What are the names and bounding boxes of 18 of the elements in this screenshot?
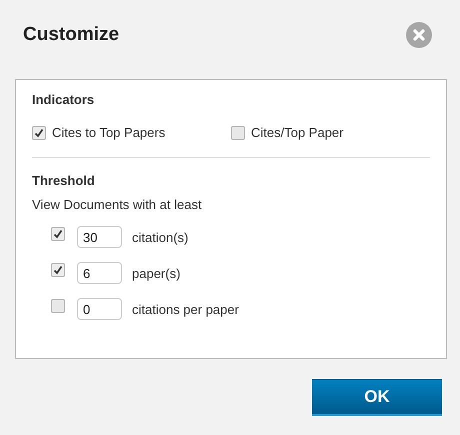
checkbox-label: Cites to Top Papers <box>52 125 166 140</box>
checkbox[interactable] <box>51 227 65 241</box>
field-unit: paper(s) <box>132 266 180 280</box>
section-heading: Indicators <box>32 92 96 107</box>
section-heading: Threshold <box>32 173 96 188</box>
checkbox-label: Cites/Top Paper <box>251 125 344 140</box>
ok-button[interactable]: OK <box>312 379 442 416</box>
number-field[interactable]: 30 <box>77 226 122 248</box>
number-field[interactable]: 0 <box>77 298 122 320</box>
field-unit: citation(s) <box>132 230 188 244</box>
field-unit: citations per paper <box>132 302 239 316</box>
checkbox[interactable] <box>51 263 65 277</box>
checkbox[interactable] <box>51 299 65 313</box>
number-field[interactable]: 6 <box>77 262 122 284</box>
checkbox[interactable] <box>32 126 46 140</box>
dialog-title: Customize <box>23 24 120 46</box>
threshold-intro: View Documents with at least <box>32 197 203 212</box>
checkbox[interactable] <box>231 126 245 140</box>
